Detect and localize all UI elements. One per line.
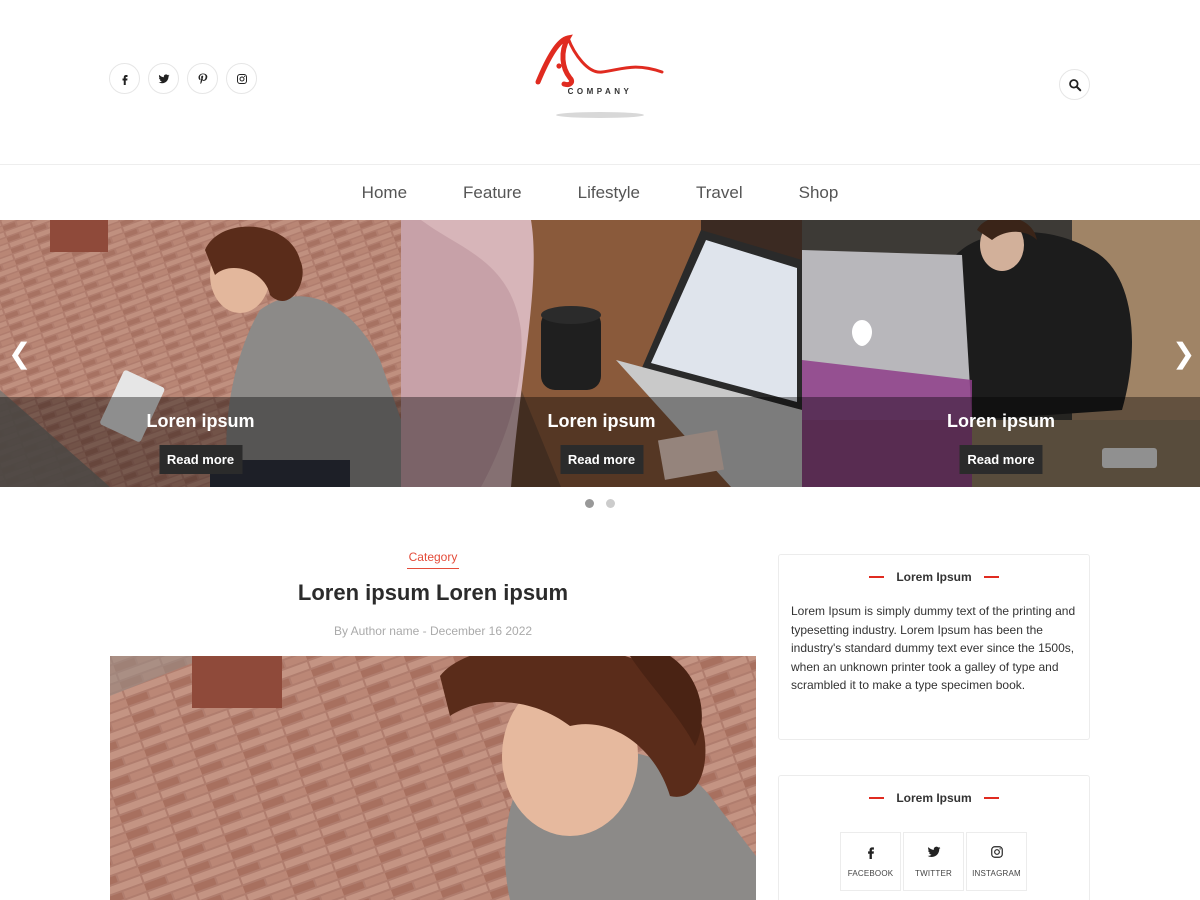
- read-more-button[interactable]: Read more: [159, 445, 242, 474]
- social-label: TWITTER: [915, 869, 952, 878]
- post-title[interactable]: Loren ipsum Loren ipsum: [110, 580, 756, 606]
- slider-prev-arrow[interactable]: ❮: [8, 340, 31, 368]
- social-widget-title: Lorem Ipsum: [896, 791, 972, 805]
- social-cell-instagram[interactable]: INSTAGRAM: [966, 832, 1027, 891]
- pinterest-icon: [198, 73, 207, 84]
- widget-title: Lorem Ipsum: [779, 791, 1089, 805]
- about-widget-text: Lorem Ipsum is simply dummy text of the …: [791, 604, 1076, 693]
- slide-2[interactable]: Loren ipsum Read more: [401, 220, 802, 487]
- twitter-icon: [158, 73, 169, 83]
- title-dash-right: [983, 576, 999, 578]
- site-header: COMPANY: [0, 0, 1200, 164]
- social-widget: Lorem Ipsum FACEBOOK TWITTER INSTAGRAM: [778, 775, 1090, 900]
- title-dash-right: [983, 797, 999, 799]
- instagram-icon: [236, 73, 247, 84]
- read-more-button[interactable]: Read more: [959, 445, 1043, 474]
- nav-item-shop[interactable]: Shop: [799, 183, 839, 203]
- social-grid: FACEBOOK TWITTER INSTAGRAM: [840, 832, 1027, 891]
- instagram-icon: [990, 846, 1003, 858]
- slider-dot-2[interactable]: [606, 499, 615, 508]
- nav-item-lifestyle[interactable]: Lifestyle: [578, 183, 640, 203]
- featured-slider: Loren ipsum Read more Loren ipsum Read m…: [0, 220, 1200, 487]
- nav-item-home[interactable]: Home: [362, 183, 407, 203]
- post-category-link[interactable]: Category: [407, 550, 459, 569]
- twitter-link[interactable]: [148, 63, 179, 94]
- company-logo-mark: COMPANY: [535, 34, 664, 118]
- facebook-icon: [867, 847, 874, 859]
- slide-3[interactable]: Loren ipsum Read more: [802, 220, 1200, 487]
- pinterest-link[interactable]: [187, 63, 218, 94]
- slider-dot-1[interactable]: [585, 499, 594, 508]
- facebook-icon: [122, 74, 127, 85]
- header-social-links: [109, 63, 257, 94]
- social-label: INSTAGRAM: [972, 869, 1021, 878]
- social-label: FACEBOOK: [847, 869, 894, 878]
- title-dash-left: [869, 797, 885, 799]
- social-cell-facebook[interactable]: FACEBOOK: [840, 832, 901, 891]
- nav-item-feature[interactable]: Feature: [463, 183, 522, 203]
- nav-item-travel[interactable]: Travel: [696, 183, 743, 203]
- search-button[interactable]: [1059, 69, 1090, 100]
- widget-title: Lorem Ipsum: [779, 570, 1089, 584]
- site-logo[interactable]: COMPANY: [530, 30, 670, 125]
- slide-title: Loren ipsum: [146, 411, 255, 431]
- slide-title: Loren ipsum: [946, 411, 1055, 431]
- title-dash-left: [869, 576, 885, 578]
- about-widget: Lorem Ipsum Lorem Ipsum is simply dummy …: [778, 554, 1090, 740]
- social-cell-twitter[interactable]: TWITTER: [903, 832, 964, 891]
- logo-text: COMPANY: [568, 87, 633, 96]
- search-icon: [1068, 78, 1081, 91]
- facebook-link[interactable]: [109, 63, 140, 94]
- twitter-icon: [927, 846, 940, 858]
- about-widget-title: Lorem Ipsum: [896, 570, 972, 584]
- main-navigation: Home Feature Lifestyle Travel Shop: [0, 164, 1200, 220]
- slider-next-arrow[interactable]: ❯: [1172, 340, 1195, 368]
- post-featured-image[interactable]: [110, 656, 756, 900]
- slide-title: Loren ipsum: [547, 411, 656, 431]
- blog-post: Category Loren ipsum Loren ipsum By Auth…: [110, 550, 756, 900]
- instagram-link[interactable]: [226, 63, 257, 94]
- post-meta: By Author name - December 16 2022: [333, 624, 533, 638]
- read-more-button[interactable]: Read more: [560, 445, 643, 474]
- slide-1[interactable]: Loren ipsum Read more: [0, 220, 401, 487]
- post-image-graphic: [110, 656, 756, 900]
- slider-pagination: [585, 499, 615, 508]
